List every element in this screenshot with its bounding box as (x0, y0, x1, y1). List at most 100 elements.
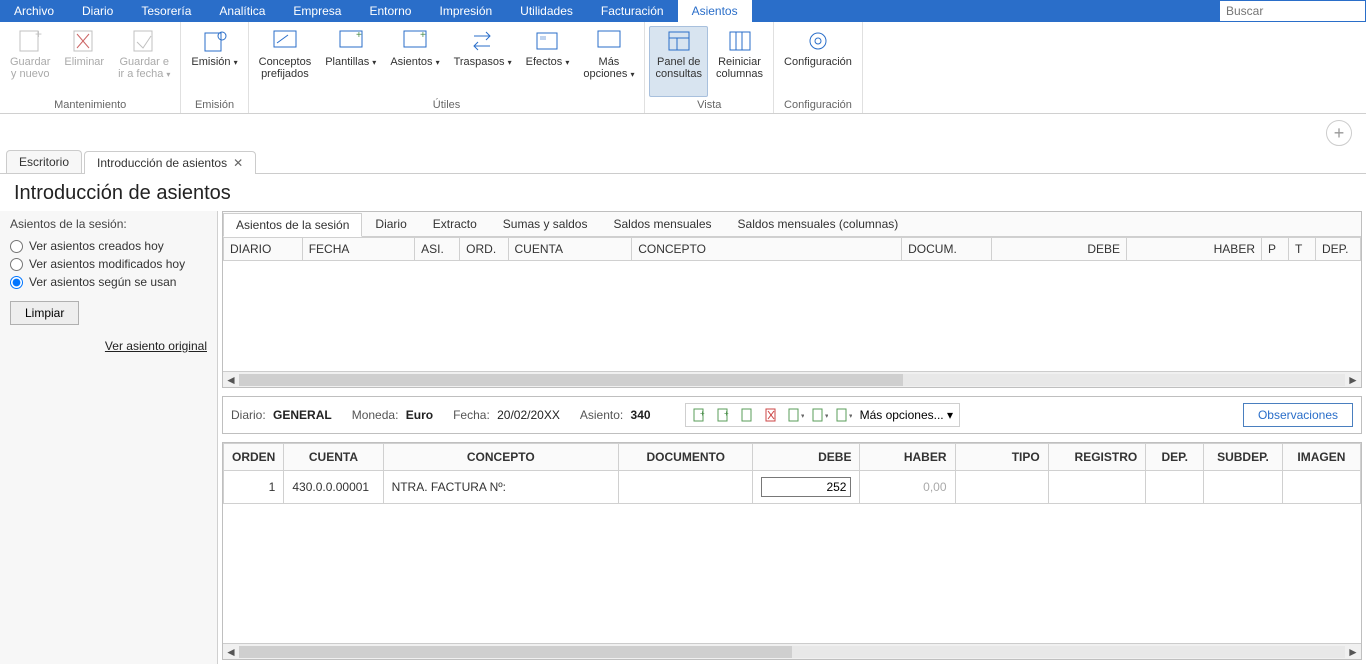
cell-dep[interactable] (1146, 471, 1204, 504)
entry-grid: ORDENCUENTACONCEPTODOCUMENTODEBEHABERTIP… (223, 443, 1361, 504)
cell-concepto[interactable]: NTRA. FACTURA Nº: (383, 471, 618, 504)
clear-button[interactable]: Limpiar (10, 301, 79, 325)
entry-header[interactable]: DOCUMENTO (618, 444, 753, 471)
debe-input[interactable] (761, 477, 851, 497)
entry-header[interactable]: REGISTRO (1048, 444, 1145, 471)
scroll-right-icon[interactable]: ► (1345, 373, 1361, 387)
menu-archivo[interactable]: Archivo (0, 0, 68, 22)
grid-header[interactable]: DEBE (992, 238, 1127, 261)
doc-delete-icon[interactable] (764, 407, 780, 423)
scroll-left-icon[interactable]: ◄ (223, 373, 239, 387)
search-box[interactable] (1220, 1, 1365, 21)
grid-header[interactable]: T (1288, 238, 1315, 261)
tab-introduccion-asientos[interactable]: Introducción de asientos✕ (84, 151, 256, 174)
doc-add-icon[interactable]: + (692, 407, 708, 423)
grid-header[interactable]: ASI. (415, 238, 460, 261)
menu-asientos[interactable]: Asientos (678, 0, 752, 22)
add-tab-button[interactable]: + (1326, 120, 1352, 146)
view-original-link[interactable]: Ver asiento original (10, 339, 207, 353)
grid-header[interactable]: ORD. (460, 238, 508, 261)
entry-header[interactable]: SUBDEP. (1204, 444, 1283, 471)
inner-tab[interactable]: Extracto (420, 212, 490, 236)
ribbon-config-button[interactable]: Configuración (778, 26, 858, 97)
scroll-thumb[interactable] (239, 374, 903, 386)
ribbon-concepts-button[interactable]: Conceptosprefijados (253, 26, 318, 97)
radio-modified-today[interactable]: Ver asientos modificados hoy (10, 257, 207, 271)
menu-entorno[interactable]: Entorno (355, 0, 425, 22)
scroll-right-icon[interactable]: ► (1345, 645, 1361, 659)
ribbon-emit-button[interactable]: Emisión ▾ (185, 26, 243, 97)
inner-tab[interactable]: Saldos mensuales (600, 212, 724, 236)
inner-tab[interactable]: Saldos mensuales (columnas) (725, 212, 912, 236)
ribbon-more-button[interactable]: Másopciones ▾ (577, 26, 640, 97)
radio-created-today[interactable]: Ver asientos creados hoy (10, 239, 207, 253)
menu-analitica[interactable]: Analítica (205, 0, 279, 22)
entry-header[interactable]: TIPO (955, 444, 1048, 471)
radio-as-used[interactable]: Ver asientos según se usan (10, 275, 207, 289)
more-options-button[interactable]: Más opciones... ▾ (860, 408, 953, 422)
scroll-thumb[interactable] (239, 646, 792, 658)
ribbon-effects-button[interactable]: Efectos ▾ (520, 26, 576, 97)
menu-empresa[interactable]: Empresa (279, 0, 355, 22)
grid-header[interactable]: CUENTA (508, 238, 632, 261)
cell-tipo[interactable] (955, 471, 1048, 504)
ribbon-templates-button[interactable]: +Plantillas ▾ (319, 26, 382, 97)
inner-tab[interactable]: Diario (362, 212, 419, 236)
close-tab-icon[interactable]: ✕ (233, 156, 243, 170)
scroll-track[interactable] (239, 374, 1345, 386)
ribbon-button-label: Eliminar (64, 56, 104, 68)
ribbon-transfers-button[interactable]: Traspasos ▾ (448, 26, 518, 97)
cell-orden[interactable]: 1 (224, 471, 284, 504)
doc-copy-icon[interactable] (740, 407, 756, 423)
doc-dd1-icon[interactable]: ▾ (788, 407, 804, 423)
entry-header[interactable]: DEBE (753, 444, 860, 471)
grid-header[interactable]: DOCUM. (902, 238, 992, 261)
entry-row[interactable]: 1 430.0.0.00001 NTRA. FACTURA Nº: 0,00 (224, 471, 1361, 504)
cell-haber[interactable]: 0,00 (860, 471, 955, 504)
grid-header[interactable]: HABER (1127, 238, 1262, 261)
ribbon-panel-button[interactable]: Panel deconsultas (649, 26, 707, 97)
entry-header[interactable]: IMAGEN (1282, 444, 1360, 471)
radio-input[interactable] (10, 240, 23, 253)
ribbon-entries-button[interactable]: +Asientos ▾ (384, 26, 445, 97)
cell-registro[interactable] (1048, 471, 1145, 504)
doc-dd2-icon[interactable]: ▾ (812, 407, 828, 423)
entry-header[interactable]: CUENTA (284, 444, 383, 471)
radio-input[interactable] (10, 276, 23, 289)
cell-debe[interactable] (753, 471, 860, 504)
tab-escritorio[interactable]: Escritorio (6, 150, 82, 173)
ribbon-reset-cols-button[interactable]: Reiniciarcolumnas (710, 26, 769, 97)
observaciones-button[interactable]: Observaciones (1243, 403, 1353, 427)
entry-h-scrollbar[interactable]: ◄ ► (223, 643, 1361, 659)
session-grid: DIARIOFECHAASI.ORD.CUENTACONCEPTODOCUM.D… (223, 237, 1361, 371)
cell-cuenta[interactable]: 430.0.0.00001 (284, 471, 383, 504)
entry-header[interactable]: CONCEPTO (383, 444, 618, 471)
cell-subdep[interactable] (1204, 471, 1283, 504)
search-input[interactable] (1226, 4, 1359, 18)
menu-diario[interactable]: Diario (68, 0, 127, 22)
doc-add2-icon[interactable]: + (716, 407, 732, 423)
grid-header[interactable]: P (1261, 238, 1288, 261)
menu-impresion[interactable]: Impresión (425, 0, 506, 22)
entry-header[interactable]: ORDEN (224, 444, 284, 471)
cell-imagen[interactable] (1282, 471, 1360, 504)
grid-empty-body (223, 261, 1361, 371)
grid-header[interactable]: DEP. (1315, 238, 1360, 261)
menu-facturacion[interactable]: Facturación (587, 0, 678, 22)
inner-tab[interactable]: Asientos de la sesión (223, 213, 362, 237)
menu-utilidades[interactable]: Utilidades (506, 0, 587, 22)
doc-dd3-icon[interactable]: ▾ (836, 407, 852, 423)
ribbon-button-label: Traspasos ▾ (454, 56, 512, 69)
grid-header[interactable]: DIARIO (224, 238, 303, 261)
menu-tesoreria[interactable]: Tesorería (127, 0, 205, 22)
h-scrollbar[interactable]: ◄ ► (223, 371, 1361, 387)
scroll-left-icon[interactable]: ◄ (223, 645, 239, 659)
inner-tab[interactable]: Sumas y saldos (490, 212, 601, 236)
radio-input[interactable] (10, 258, 23, 271)
cell-documento[interactable] (618, 471, 753, 504)
grid-header[interactable]: FECHA (302, 238, 414, 261)
entry-header[interactable]: HABER (860, 444, 955, 471)
entry-header[interactable]: DEP. (1146, 444, 1204, 471)
grid-header[interactable]: CONCEPTO (632, 238, 902, 261)
scroll-track[interactable] (239, 646, 1345, 658)
